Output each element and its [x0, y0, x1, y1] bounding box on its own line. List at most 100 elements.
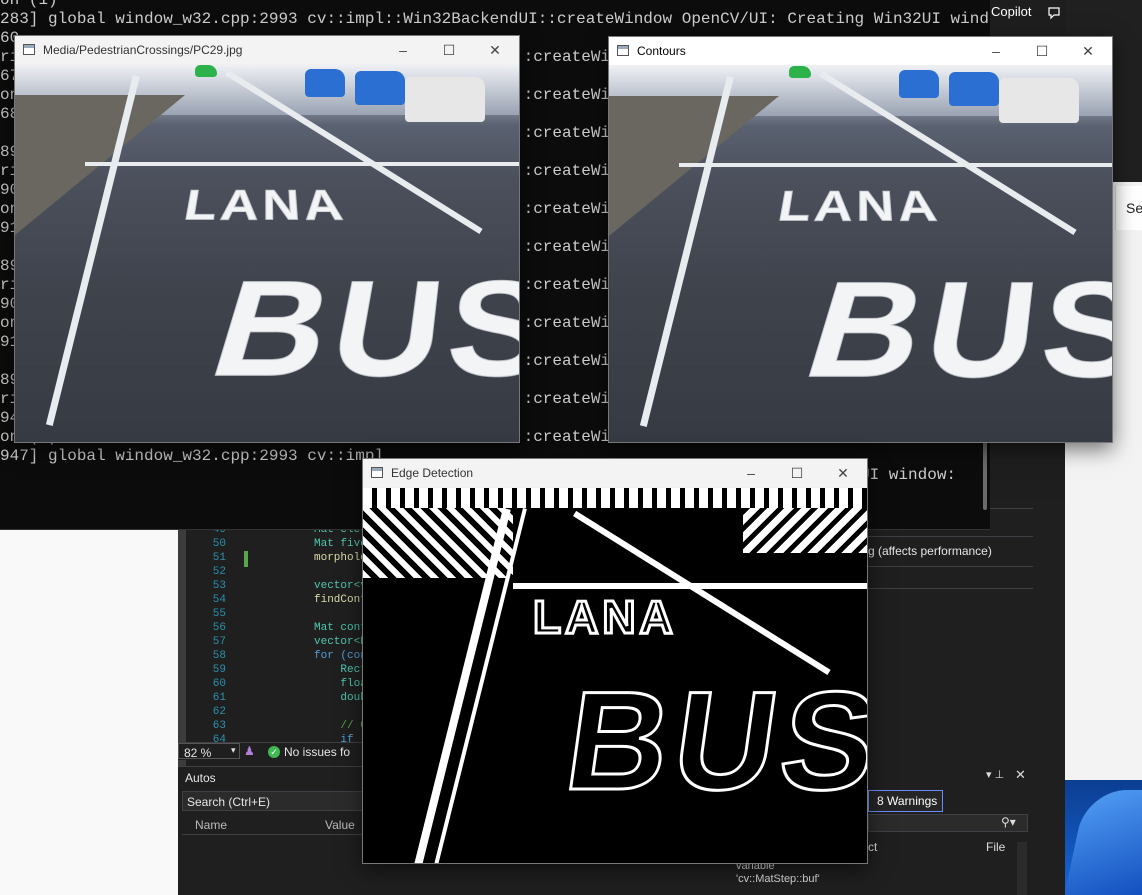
code-line[interactable]: floa: [314, 678, 366, 690]
road-paint-lana: LANA: [180, 182, 351, 231]
edge-text-lana: LANA: [532, 590, 677, 645]
solution-explorer-area: [0, 530, 178, 895]
console-line: 283] global window_w32.cpp:2993 cv::impl…: [0, 10, 990, 28]
issues-text: No issues fo: [284, 745, 351, 759]
maximize-button[interactable]: ☐: [1022, 40, 1062, 62]
window-app-icon: [617, 45, 629, 56]
image-canvas[interactable]: LANA BUS: [609, 66, 1112, 442]
window-title: Media/PedestrianCrossings/PC29.jpg: [43, 43, 243, 57]
image-canvas[interactable]: LANA BUS: [363, 488, 867, 863]
line-number: 57: [212, 636, 226, 648]
zoom-dropdown[interactable]: 82 % ▾: [178, 743, 240, 760]
image-canvas[interactable]: LANA BUS: [15, 65, 519, 442]
edge-blob: [363, 488, 867, 508]
line-number: 59: [212, 664, 226, 676]
col-name[interactable]: Name: [195, 818, 227, 832]
code-line[interactable]: doub: [314, 692, 366, 704]
window-titlebar[interactable]: Contours – ☐ ✕: [609, 37, 1112, 65]
edge-map: LANA BUS: [363, 488, 867, 863]
line-number: 54: [212, 594, 226, 606]
line-number: 61: [212, 692, 226, 704]
chevron-down-icon: ▾: [231, 745, 236, 755]
autos-header: Name Value: [182, 815, 366, 835]
line-number: 50: [212, 538, 226, 550]
divider: [868, 536, 1033, 537]
copilot-icon: [1048, 7, 1060, 20]
option-label[interactable]: g (affects performance): [868, 544, 992, 558]
col-project[interactable]: ct: [868, 840, 877, 854]
autos-panel: Autos Search (Ctrl+E) Name Value: [178, 766, 368, 895]
line-number: 60: [212, 678, 226, 690]
image-window-source[interactable]: Media/PedestrianCrossings/PC29.jpg – ☐ ✕…: [14, 35, 520, 443]
code-line[interactable]: Mat cont: [314, 622, 367, 634]
window-titlebar[interactable]: Edge Detection – ☐ ✕: [363, 459, 867, 487]
minimize-button[interactable]: –: [383, 39, 423, 61]
search-icon: ⚲▾: [1001, 815, 1016, 829]
parked-car: [999, 78, 1079, 123]
copilot-button[interactable]: Copilot: [991, 4, 1060, 20]
pin-icon[interactable]: ▾ ⊥: [986, 768, 1004, 781]
minimize-button[interactable]: –: [731, 462, 771, 484]
code-line[interactable]: morpholo: [314, 552, 367, 564]
code-line[interactable]: for (con: [314, 650, 367, 662]
maximize-button[interactable]: ☐: [777, 462, 817, 484]
line-number: 58: [212, 650, 226, 662]
code-line[interactable]: findCont: [314, 594, 367, 606]
road-paint-bus: BUS: [194, 255, 519, 409]
code-editor[interactable]: 49 Mat ele 50 Mat five 51 morpholo 52 53 vector<…: [186, 524, 367, 746]
check-icon: ✓: [268, 746, 280, 758]
console-line: 947] global window_w32.cpp:2993 cv::impl: [0, 447, 385, 465]
error-scrollbar[interactable]: [1017, 842, 1027, 895]
window-app-icon: [371, 467, 383, 478]
road-paint-bus: BUS: [788, 256, 1112, 410]
code-line[interactable]: // C: [314, 720, 366, 732]
col-value[interactable]: Value: [325, 818, 355, 832]
green-bus: [789, 66, 811, 78]
line-number: 62: [212, 706, 226, 718]
close-button[interactable]: ✕: [1068, 40, 1108, 62]
stop-line: [679, 163, 1112, 167]
green-bus: [195, 65, 217, 77]
background-search-field[interactable]: Sea: [1115, 186, 1142, 230]
code-line[interactable]: Mat five: [314, 538, 367, 550]
parked-van: [355, 71, 405, 105]
autos-search-placeholder: Search (Ctrl+E): [187, 795, 271, 809]
image-window-edges[interactable]: Edge Detection – ☐ ✕ LANA BUS: [362, 458, 868, 864]
close-button[interactable]: ✕: [823, 462, 863, 484]
error-list-header: ct File: [868, 838, 1028, 856]
window-title: Contours: [637, 44, 686, 58]
line-number: 53: [212, 580, 226, 592]
window-app-icon: [23, 44, 35, 55]
close-button[interactable]: ✕: [475, 39, 515, 61]
brush-icon[interactable]: ♟: [244, 744, 255, 758]
line-number: 51: [212, 552, 226, 564]
divider: [868, 566, 1033, 567]
edge-text-bus: BUS: [556, 661, 867, 821]
image-window-contours[interactable]: Contours – ☐ ✕ LANA BUS: [608, 36, 1113, 443]
warnings-filter-button[interactable]: 8 Warnings: [868, 790, 943, 812]
desktop: Copilot Sea 49Mat ele50Mat five51morphol…: [0, 0, 1142, 895]
window-titlebar[interactable]: Media/PedestrianCrossings/PC29.jpg – ☐ ✕: [15, 36, 519, 64]
issues-status[interactable]: ✓ No issues fo: [268, 745, 351, 759]
maximize-button[interactable]: ☐: [429, 39, 469, 61]
warnings-label: 8 Warnings: [877, 794, 938, 808]
autos-title: Autos: [185, 771, 216, 785]
autos-search-input[interactable]: Search (Ctrl+E): [182, 791, 366, 811]
close-icon[interactable]: ✕: [1015, 767, 1026, 783]
editor-status-bar: 82 % ▾ ♟ ✓ No issues fo: [178, 742, 368, 760]
code-line[interactable]: Rect: [314, 664, 366, 676]
code-line[interactable]: vector<v: [314, 580, 367, 592]
road-photo: LANA BUS: [609, 66, 1112, 442]
error-row-line: 'cv::MatStep::buf': [736, 873, 820, 885]
col-file[interactable]: File: [986, 840, 1005, 854]
code-line[interactable]: vector<R: [314, 636, 367, 648]
minimize-button[interactable]: –: [976, 40, 1016, 62]
road-photo: LANA BUS: [15, 65, 519, 442]
road-paint-lana: LANA: [774, 183, 945, 232]
error-search-input[interactable]: ⚲▾: [868, 814, 1028, 832]
error-list-panel: ▾ ⊥ ✕ 8 Warnings ⚲▾ ct File: [868, 766, 1033, 895]
parked-van: [305, 69, 345, 97]
stop-line: [85, 162, 519, 166]
line-number: 52: [212, 566, 226, 578]
parked-car: [405, 77, 485, 122]
